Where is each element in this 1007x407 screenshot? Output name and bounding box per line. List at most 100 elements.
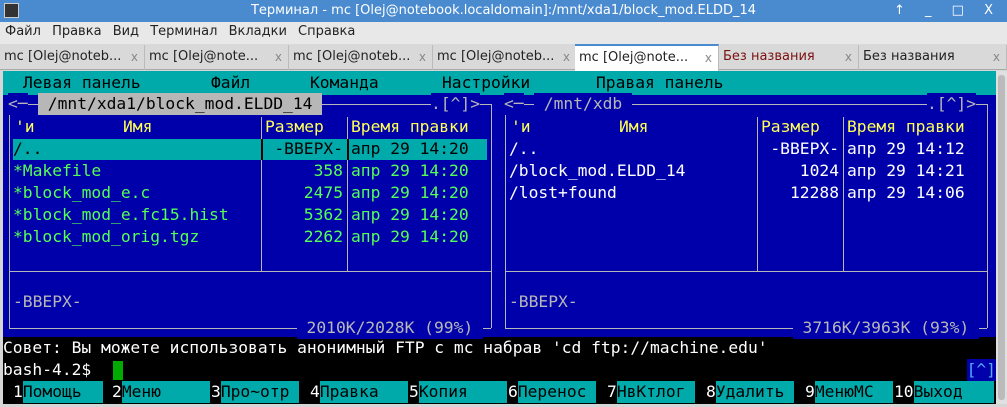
tab-label: mc [Olej@note... [579,50,689,65]
right-col-time[interactable]: Время правки [847,116,965,138]
file-time: апр 29 14:20 [351,227,469,246]
left-col-time[interactable]: Время правки [351,116,469,138]
fkey-label: Правка [319,381,408,403]
fkey-exit[interactable]: 10Выход [894,381,994,403]
hint-line: Совет: Вы можете использовать анонимный … [3,338,768,357]
file-name: *Makefile [13,161,102,180]
file-name: *block_mod_e.fc15.hist [13,205,229,224]
tab-3[interactable]: mc [Olej@noteb... x [289,45,433,70]
close-tab-icon[interactable]: x [845,45,852,69]
tab-1[interactable]: mc [Olej@noteb... x [0,45,145,70]
file-size: -ВВЕРХ- [274,139,343,158]
right-col-name[interactable]: Имя [619,116,648,138]
terminal-area[interactable]: Левая панель Файл Команда Настройки Прав… [3,71,996,404]
menu-tabs[interactable]: Вкладки [229,22,287,42]
tab-6[interactable]: Без названия x [719,45,859,70]
mc-menu-left-panel[interactable]: Левая панель [23,72,141,94]
file-name: *block_mod_orig.tgz [13,227,200,246]
mc-menubar: Левая панель Файл Команда Настройки Прав… [3,71,996,95]
fkey-label: МенюMC [814,381,893,403]
file-size: 2475 [303,183,343,202]
left-mini-status-separator [9,271,491,272]
close-tab-icon[interactable]: x [993,45,1000,69]
file-name: /.. [13,139,43,158]
tab-5-active[interactable]: mc [Olej@note... x [575,44,719,71]
tab-2[interactable]: mc [Olej@note... x [145,45,289,70]
fkey-number: 5 [409,382,419,401]
fkey-move[interactable]: 6Перенос [508,381,596,403]
fkey-menu[interactable]: 2Меню [112,381,210,403]
fkey-help[interactable]: 1Помощь [13,381,103,403]
mc-menu-file[interactable]: Файл [211,72,250,94]
right-history-button[interactable]: .[^]> [927,93,977,115]
fkey-usermenu[interactable]: 9МенюMC [805,381,893,403]
right-sort-indicator[interactable]: 'и [511,116,531,138]
fkey-label: НвКтлог [616,381,695,403]
fkey-label: Выход [913,381,994,403]
menu-view[interactable]: Вид [113,22,139,42]
shell-prompt: bash-4.2$ [3,360,102,379]
fkey-label: Помощь [22,381,103,403]
fkey-copy[interactable]: 5Копия [409,381,507,403]
right-col-size[interactable]: Размер [761,116,820,138]
left-col-size[interactable]: Размер [265,116,324,138]
mc-menu-options[interactable]: Настройки [442,72,530,94]
left-left-border [9,104,10,328]
left-sort-indicator[interactable]: 'и [15,116,35,138]
tab-7[interactable]: Без названия x [859,45,1007,70]
tab-bar: mc [Olej@noteb... x mc [Olej@note... x mc … [0,44,1007,71]
tab-label: mc [Olej@noteb... [4,49,122,64]
window-controls[interactable]: ↑ _ □ X [894,0,1001,22]
right-left-border [505,104,506,328]
mc-menu-command[interactable]: Команда [310,72,379,94]
left-col-name[interactable]: Имя [123,116,152,138]
tab-4[interactable]: mc [Olej@noteb... x [433,45,577,70]
right-panel-path[interactable]: /mnt/xdb [534,93,633,115]
menu-file[interactable]: Файл [5,22,41,42]
file-size: 358 [313,161,343,180]
sel-divider [261,139,263,160]
fkey-view[interactable]: 3Про~отр [211,381,299,403]
terminal-scrollbar[interactable] [996,71,1007,404]
left-history-button[interactable]: .[^]> [431,93,481,115]
close-tab-icon[interactable]: x [131,45,138,69]
right-corner: <─ [504,93,524,115]
subshell-indicator[interactable]: [^] [966,359,996,381]
close-tab-icon[interactable]: x [705,46,712,70]
file-time: апр 29 14:20 [351,139,469,158]
left-panel-path[interactable]: /mnt/xda1/block_mod.ELDD_14 [38,93,323,115]
fkey-delete[interactable]: 8Удалить [706,381,794,403]
scrollbar-thumb[interactable] [998,75,1005,400]
tab-label: Без названия [723,49,815,64]
fkey-number: 6 [508,382,518,401]
right-col-divider-2 [843,117,844,271]
fkey-label: Удалить [715,381,794,403]
close-tab-icon[interactable]: x [275,45,282,69]
close-tab-icon[interactable]: x [419,45,426,69]
terminal-app-icon [4,3,19,18]
file-name: /.. [509,139,539,158]
file-time: апр 29 14:21 [847,161,965,180]
right-mini-status-separator [505,271,987,272]
file-name: *block_mod_e.c [13,183,151,202]
window-titlebar: Терминал - mc [Olej@notebook.localdomain… [0,0,1007,22]
fkey-number: 3 [211,382,221,401]
left-corner: <─ [8,93,28,115]
fkey-edit[interactable]: 4Правка [310,381,408,403]
sel-divider [347,139,349,160]
fkey-label: Про~отр [220,381,299,403]
mc-menu-right-panel[interactable]: Правая панель [596,72,723,94]
menu-terminal[interactable]: Терминал [150,22,217,42]
fkey-number: 9 [805,382,815,401]
fkey-label: Перенос [517,381,596,403]
close-tab-icon[interactable]: x [563,45,570,69]
menu-edit[interactable]: Правка [52,22,101,42]
menu-help[interactable]: Справка [298,22,355,42]
left-right-border [491,104,492,328]
file-time: апр 29 14:20 [351,205,469,224]
file-size: -ВВЕРХ- [770,139,839,158]
command-line-cursor[interactable] [113,361,123,380]
fkey-number: 7 [607,382,617,401]
left-mini-status: -ВВЕРХ- [13,292,82,311]
fkey-mkdir[interactable]: 7НвКтлог [607,381,695,403]
